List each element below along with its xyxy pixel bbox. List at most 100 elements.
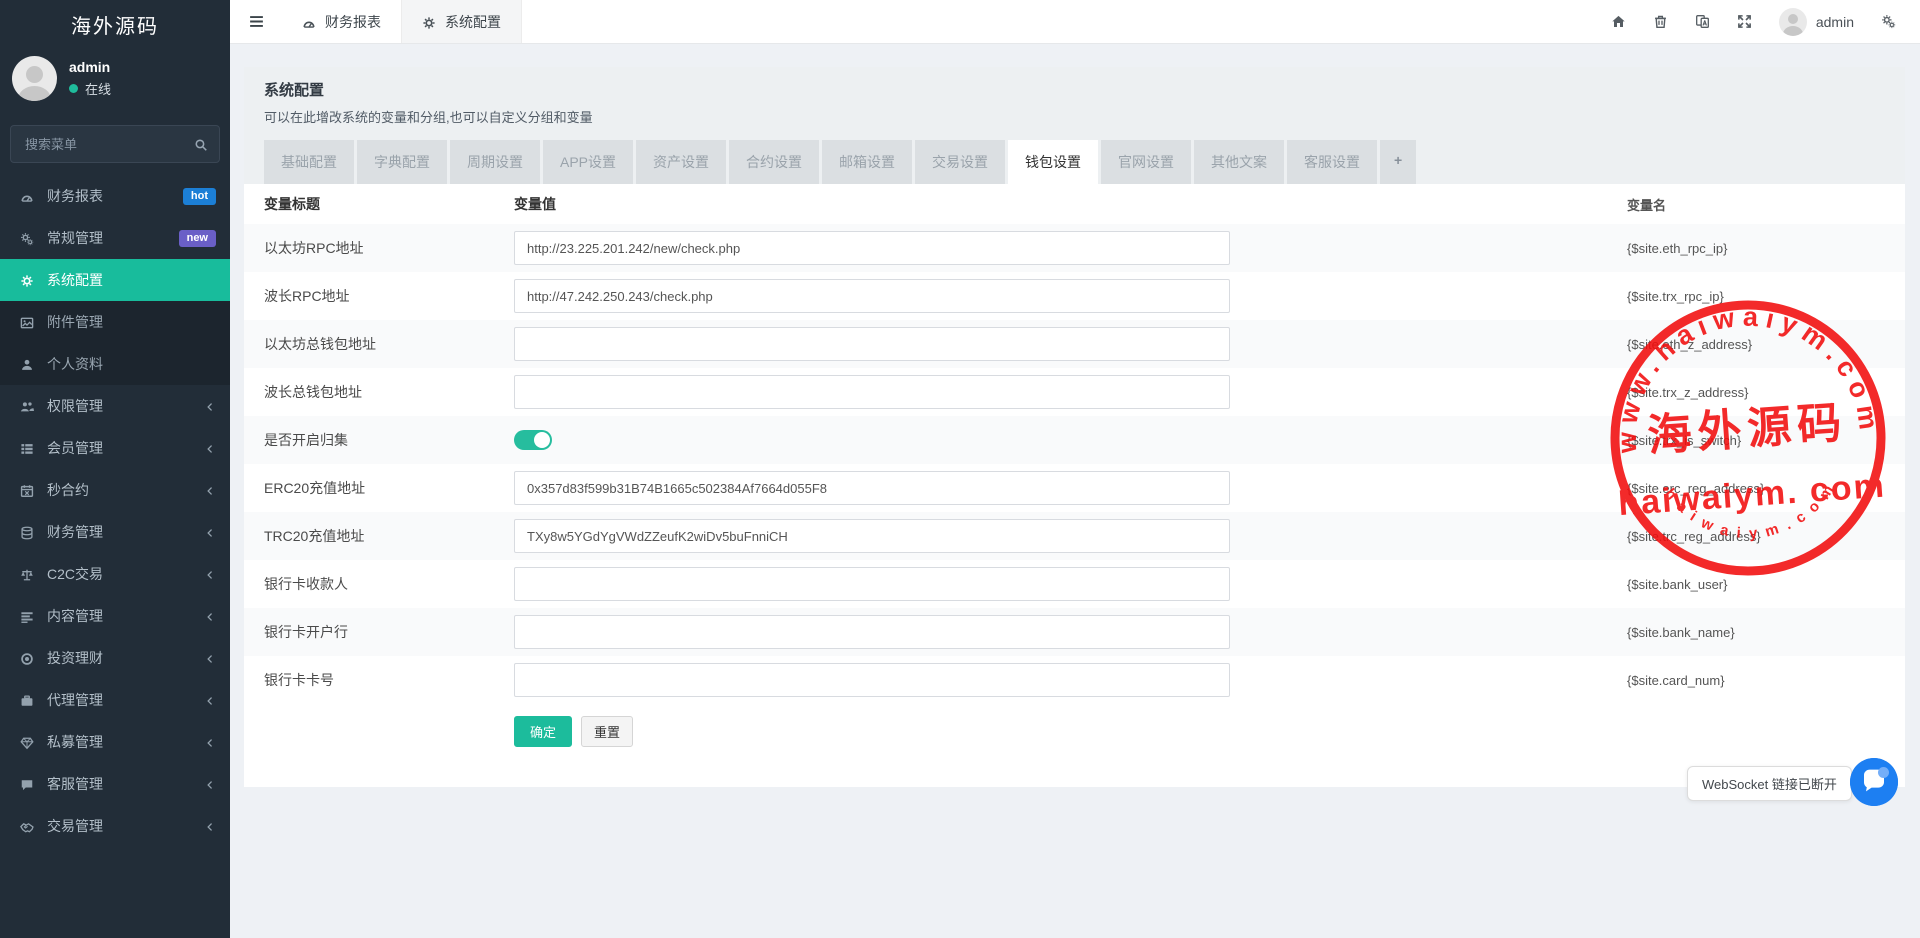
- sidebar-item-general-manage[interactable]: 常规管理 new: [0, 217, 230, 259]
- tab-trade-settings[interactable]: 交易设置: [915, 140, 1005, 184]
- bank-name-input[interactable]: [514, 615, 1230, 649]
- sidebar-item-label: 常规管理: [47, 228, 103, 248]
- list-icon: [20, 440, 34, 456]
- chevron-left-icon: [205, 608, 215, 624]
- sidebar-item-label: 代理管理: [47, 690, 103, 710]
- tab-contract-settings[interactable]: 合约设置: [729, 140, 819, 184]
- tab-wallet-settings[interactable]: 钱包设置: [1008, 140, 1098, 184]
- search-icon[interactable]: [194, 136, 208, 154]
- sidebar-item-agent-manage[interactable]: 代理管理: [0, 679, 230, 721]
- chevron-left-icon: [205, 398, 215, 414]
- table-row: ERC20充值地址 {$site.erc_reg_address}: [244, 464, 1905, 512]
- submit-button[interactable]: 确定: [514, 716, 572, 747]
- row-label: 波长RPC地址: [264, 286, 514, 306]
- home-button[interactable]: [1611, 14, 1626, 29]
- new-badge: new: [179, 230, 216, 247]
- fullscreen-button[interactable]: [1737, 14, 1752, 29]
- col-header-title: 变量标题: [264, 194, 514, 214]
- row-label: 波长总钱包地址: [264, 382, 514, 402]
- tab-period-settings[interactable]: 周期设置: [450, 140, 540, 184]
- tab-app-settings[interactable]: APP设置: [543, 140, 633, 184]
- topbar-tab-system-config[interactable]: 系统配置: [401, 0, 522, 43]
- row-var-name: {$site.eth_z_address}: [1627, 337, 1885, 352]
- chevron-left-icon: [205, 650, 215, 666]
- circle-dot-icon: [20, 650, 34, 666]
- sidebar-item-second-contract[interactable]: 秒合约: [0, 469, 230, 511]
- tab-basic-config[interactable]: 基础配置: [264, 140, 354, 184]
- row-var-name: {$site.eth_rpc_ip}: [1627, 241, 1885, 256]
- chat-widget-button[interactable]: [1850, 758, 1898, 806]
- trx-rpc-input[interactable]: [514, 279, 1230, 313]
- tab-asset-settings[interactable]: 资产设置: [636, 140, 726, 184]
- page-subtitle: 可以在此增改系统的变量和分组,也可以自定义分组和变量: [264, 107, 1885, 126]
- sidebar-item-trade-manage[interactable]: 交易管理: [0, 805, 230, 847]
- sidebar: 海外源码 admin 在线 财务报表 hot 常规管理 new 系: [0, 0, 230, 938]
- table-header-row: 变量标题 变量值 变量名: [244, 184, 1905, 224]
- sidebar-item-finance-manage[interactable]: 财务管理: [0, 511, 230, 553]
- table-row: 是否开启归集 {$site.trx_is_switch}: [244, 416, 1905, 464]
- sidebar-item-c2c-trade[interactable]: C2C交易: [0, 553, 230, 595]
- language-button[interactable]: [1695, 14, 1710, 29]
- avatar: [12, 56, 57, 101]
- tab-dict-config[interactable]: 字典配置: [357, 140, 447, 184]
- sidebar-item-member-manage[interactable]: 会员管理: [0, 427, 230, 469]
- card-header: 系统配置 可以在此增改系统的变量和分组,也可以自定义分组和变量 基础配置 字典配…: [244, 67, 1905, 184]
- chevron-left-icon: [205, 776, 215, 792]
- card-num-input[interactable]: [514, 663, 1230, 697]
- topbar-tab-label: 系统配置: [445, 12, 501, 32]
- row-label: ERC20充值地址: [264, 478, 514, 498]
- sidebar-item-label: 客服管理: [47, 774, 103, 794]
- chevron-left-icon: [205, 818, 215, 834]
- sidebar-item-label: 投资理财: [47, 648, 103, 668]
- reset-button[interactable]: 重置: [581, 716, 633, 747]
- sidebar-toggle-button[interactable]: [230, 0, 282, 43]
- tab-service-settings[interactable]: 客服设置: [1287, 140, 1377, 184]
- sidebar-item-permission-manage[interactable]: 权限管理: [0, 385, 230, 427]
- clear-cache-button[interactable]: [1653, 14, 1668, 29]
- app-logo: 海外源码: [0, 0, 230, 48]
- sidebar-item-attachment-manage[interactable]: 附件管理: [0, 301, 230, 343]
- eth-rpc-input[interactable]: [514, 231, 1230, 265]
- user-icon: [20, 356, 34, 372]
- collection-toggle[interactable]: [514, 430, 552, 450]
- settings-cogs-button[interactable]: [1881, 14, 1896, 29]
- sidebar-item-system-config[interactable]: 系统配置: [0, 259, 230, 301]
- chevron-left-icon: [205, 440, 215, 456]
- topbar-user-menu[interactable]: admin: [1779, 8, 1854, 36]
- sidebar-item-profile[interactable]: 个人资料: [0, 343, 230, 385]
- image-icon: [20, 314, 34, 330]
- topbar: 财务报表 系统配置 admin: [230, 0, 1920, 44]
- config-table: 变量标题 变量值 变量名 以太坊RPC地址 {$site.eth_rpc_ip}…: [244, 184, 1905, 787]
- tab-website-settings[interactable]: 官网设置: [1101, 140, 1191, 184]
- sidebar-item-finance-report[interactable]: 财务报表 hot: [0, 175, 230, 217]
- trx-wallet-input[interactable]: [514, 375, 1230, 409]
- system-config-card: 系统配置 可以在此增改系统的变量和分组,也可以自定义分组和变量 基础配置 字典配…: [244, 67, 1905, 787]
- eth-wallet-input[interactable]: [514, 327, 1230, 361]
- table-row: 波长RPC地址 {$site.trx_rpc_ip}: [244, 272, 1905, 320]
- chevron-left-icon: [205, 734, 215, 750]
- tab-other-copy[interactable]: 其他文案: [1194, 140, 1284, 184]
- sidebar-item-content-manage[interactable]: 内容管理: [0, 595, 230, 637]
- sidebar-item-private-placement[interactable]: 私募管理: [0, 721, 230, 763]
- user-name: admin: [69, 59, 111, 75]
- search-input[interactable]: [10, 125, 220, 163]
- chevron-left-icon: [205, 692, 215, 708]
- topbar-tab-finance-report[interactable]: 财务报表: [282, 0, 401, 43]
- sidebar-item-investment[interactable]: 投资理财: [0, 637, 230, 679]
- sidebar-item-label: 权限管理: [47, 396, 103, 416]
- bank-user-input[interactable]: [514, 567, 1230, 601]
- cogs-icon: [20, 230, 34, 246]
- row-var-name: {$site.card_num}: [1627, 673, 1885, 688]
- row-var-name: {$site.trx_is_switch}: [1627, 433, 1885, 448]
- tab-mail-settings[interactable]: 邮箱设置: [822, 140, 912, 184]
- trc20-address-input[interactable]: [514, 519, 1230, 553]
- sidebar-item-label: 个人资料: [47, 354, 103, 374]
- row-label: 银行卡收款人: [264, 574, 514, 594]
- add-tab-button[interactable]: +: [1380, 140, 1416, 184]
- table-row: 波长总钱包地址 {$site.trx_z_address}: [244, 368, 1905, 416]
- table-row: 银行卡开户行 {$site.bank_name}: [244, 608, 1905, 656]
- sidebar-item-customer-service[interactable]: 客服管理: [0, 763, 230, 805]
- sidebar-item-label: 会员管理: [47, 438, 103, 458]
- erc20-address-input[interactable]: [514, 471, 1230, 505]
- row-label: TRC20充值地址: [264, 526, 514, 546]
